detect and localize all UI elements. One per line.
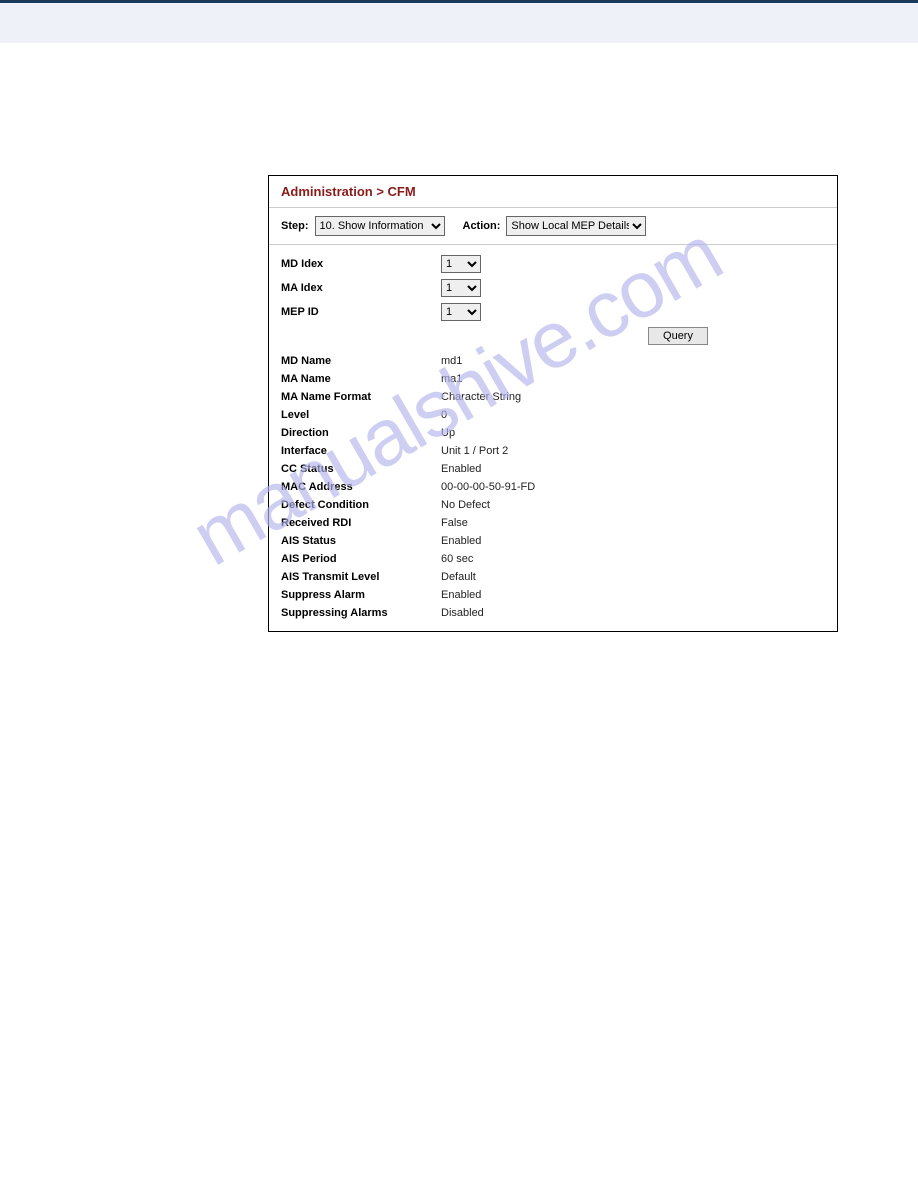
- detail-label: Direction: [281, 427, 441, 439]
- detail-value: ma1: [441, 373, 462, 385]
- detail-label: AIS Transmit Level: [281, 571, 441, 583]
- ma-idex-select[interactable]: 1: [441, 279, 481, 297]
- detail-row: MA Name FormatCharacter String: [281, 391, 825, 403]
- detail-label: AIS Period: [281, 553, 441, 565]
- mep-id-select[interactable]: 1: [441, 303, 481, 321]
- detail-value: Default: [441, 571, 476, 583]
- detail-label: Defect Condition: [281, 499, 441, 511]
- detail-row: Level0: [281, 409, 825, 421]
- detail-label: MA Name Format: [281, 391, 441, 403]
- detail-value: md1: [441, 355, 462, 367]
- detail-row: AIS Transmit LevelDefault: [281, 571, 825, 583]
- top-bar: [0, 0, 918, 43]
- detail-label: Level: [281, 409, 441, 421]
- step-select[interactable]: 10. Show Information: [315, 216, 445, 236]
- step-label: Step:: [281, 220, 309, 232]
- detail-value: 60 sec: [441, 553, 473, 565]
- detail-row: MA Namema1: [281, 373, 825, 385]
- detail-value: Enabled: [441, 463, 481, 475]
- detail-value: Disabled: [441, 607, 484, 619]
- detail-label: Suppress Alarm: [281, 589, 441, 601]
- detail-label: AIS Status: [281, 535, 441, 547]
- form-area: MD Idex 1 MA Idex 1 MEP ID 1 Query MD Na…: [269, 245, 837, 631]
- detail-value: No Defect: [441, 499, 490, 511]
- detail-row: Defect ConditionNo Defect: [281, 499, 825, 511]
- detail-row: Received RDIFalse: [281, 517, 825, 529]
- detail-row: InterfaceUnit 1 / Port 2: [281, 445, 825, 457]
- detail-row: AIS Period60 sec: [281, 553, 825, 565]
- step-action-row: Step: 10. Show Information Action: Show …: [269, 208, 837, 245]
- md-idex-select[interactable]: 1: [441, 255, 481, 273]
- detail-row: CC StatusEnabled: [281, 463, 825, 475]
- action-label: Action:: [463, 220, 501, 232]
- ma-idex-label: MA Idex: [281, 282, 441, 294]
- detail-value: Character String: [441, 391, 521, 403]
- query-button[interactable]: Query: [648, 327, 708, 345]
- detail-value: 0: [441, 409, 447, 421]
- breadcrumb: Administration > CFM: [269, 176, 837, 208]
- detail-row: MAC Address00-00-00-50-91-FD: [281, 481, 825, 493]
- detail-value: False: [441, 517, 468, 529]
- detail-row: Suppressing AlarmsDisabled: [281, 607, 825, 619]
- detail-row: AIS StatusEnabled: [281, 535, 825, 547]
- action-select[interactable]: Show Local MEP Details: [506, 216, 646, 236]
- md-idex-label: MD Idex: [281, 258, 441, 270]
- detail-label: MD Name: [281, 355, 441, 367]
- detail-row: MD Namemd1: [281, 355, 825, 367]
- detail-value: Unit 1 / Port 2: [441, 445, 508, 457]
- detail-label: MA Name: [281, 373, 441, 385]
- detail-value: Up: [441, 427, 455, 439]
- cfm-panel: Administration > CFM Step: 10. Show Info…: [268, 175, 838, 632]
- detail-row: DirectionUp: [281, 427, 825, 439]
- detail-label: MAC Address: [281, 481, 441, 493]
- detail-label: Interface: [281, 445, 441, 457]
- detail-label: CC Status: [281, 463, 441, 475]
- detail-label: Suppressing Alarms: [281, 607, 441, 619]
- detail-row: Suppress AlarmEnabled: [281, 589, 825, 601]
- detail-value: Enabled: [441, 589, 481, 601]
- detail-label: Received RDI: [281, 517, 441, 529]
- detail-value: 00-00-00-50-91-FD: [441, 481, 535, 493]
- detail-value: Enabled: [441, 535, 481, 547]
- mep-id-label: MEP ID: [281, 306, 441, 318]
